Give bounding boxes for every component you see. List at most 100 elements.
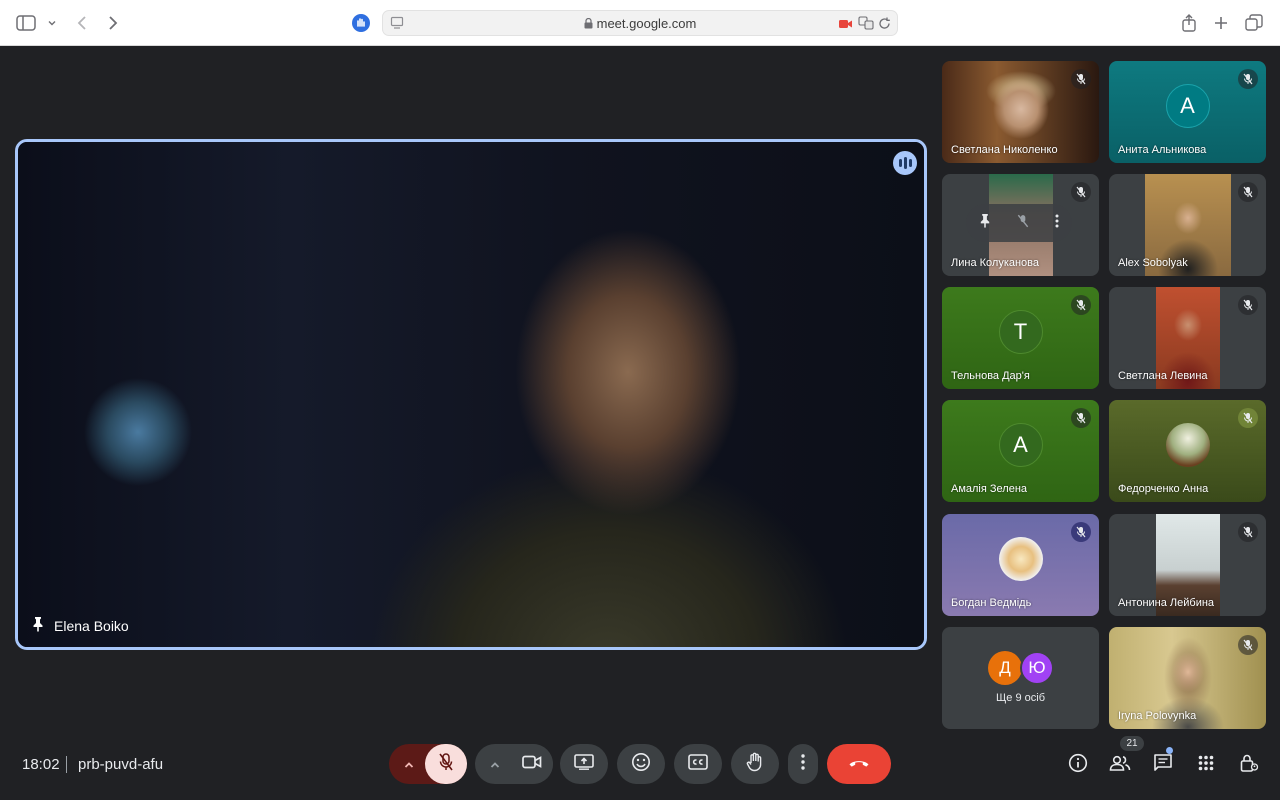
mic-off-icon [1238,635,1258,655]
mic-off-icon [1071,295,1091,315]
mic-off-icon [1071,522,1091,542]
participant-tile[interactable]: Iryna Polovynka [1109,627,1266,729]
new-tab-icon[interactable] [1209,11,1233,35]
sidebar-toggle-icon[interactable] [14,11,38,35]
main-speaker-tile[interactable]: Elena Boiko [15,139,927,650]
mic-off-icon [1238,295,1258,315]
participant-photo-avatar [998,537,1043,581]
leave-call-button[interactable] [827,744,891,784]
camera-control-group [475,744,553,784]
captions-icon [688,753,708,775]
host-controls-button[interactable] [1237,753,1261,777]
participant-avatar: A [998,423,1043,467]
pin-icon[interactable] [979,213,991,233]
mic-off-icon [1071,182,1091,202]
more-options-icon[interactable] [1055,214,1059,233]
mic-off-icon [1238,182,1258,202]
camera-toggle-button[interactable] [511,744,553,784]
chat-icon [1153,753,1173,778]
participant-tile[interactable]: A Анита Альникова [1109,61,1266,163]
participant-name: Богдан Ведмідь [951,597,1032,609]
participant-name: Iryna Polovynka [1118,710,1197,722]
chat-button[interactable] [1151,753,1175,777]
chevron-down-icon[interactable] [40,11,64,35]
participant-name: Светлана Левина [1118,370,1208,382]
other-avatar: Д [988,651,1022,685]
apps-grid-icon [1198,755,1214,776]
chevron-up-icon[interactable] [403,758,415,776]
mic-control-group [389,744,467,784]
chat-notification-dot [1166,747,1173,754]
pin-icon[interactable] [32,616,44,635]
participant-tile[interactable]: Богдан Ведмідь [942,514,1099,616]
meeting-time: 18:02 [22,756,60,773]
captions-button[interactable] [674,744,722,784]
others-tile[interactable]: Д Ю Ще 9 осіб [942,627,1099,729]
participant-tile[interactable]: Alex Sobolyak [1109,174,1266,276]
emoji-icon [631,752,651,777]
privacy-hand-icon[interactable] [349,11,373,35]
participant-avatar: T [998,310,1043,354]
participant-tile[interactable]: T Тельнова Дар'я [942,287,1099,389]
main-speaker-name: Elena Boiko [54,617,129,634]
mic-off-icon [1238,408,1258,428]
others-count-label: Ще 9 осіб [995,692,1046,704]
url-text: meet.google.com [383,16,897,32]
call-end-icon [848,755,870,773]
participant-name: Тельнова Дар'я [951,370,1030,382]
participant-name: Амалія Зелена [951,483,1028,495]
lock-person-icon [1239,753,1259,778]
meeting-code: prb-puvd-afu [78,756,164,773]
participant-avatar: A [1165,84,1210,128]
people-button[interactable] [1108,753,1132,777]
back-icon[interactable] [70,11,94,35]
participant-tile[interactable]: Федорченко Анна [1109,400,1266,502]
browser-toolbar: meet.google.com [0,0,1280,46]
url-label: meet.google.com [596,16,697,31]
other-avatar: Ю [1020,651,1054,685]
participant-name: Светлана Николенко [951,144,1058,156]
mute-participant-icon[interactable] [1016,214,1030,233]
participant-tile[interactable]: Антонина Лейбина [1109,514,1266,616]
video-camera-icon [522,755,542,774]
mic-toggle-button[interactable] [425,744,467,784]
participant-name: Анита Альникова [1118,144,1207,156]
mic-off-icon [1238,69,1258,89]
mic-off-icon [1071,408,1091,428]
more-options-button[interactable] [788,744,818,784]
reload-icon[interactable] [878,17,891,35]
participant-name: Alex Sobolyak [1118,257,1188,269]
lock-icon [584,17,593,32]
mic-off-icon [1238,522,1258,542]
participant-tile[interactable]: Лина Колуканова [942,174,1099,276]
more-vert-icon [801,753,805,775]
info-icon [1068,753,1088,778]
activities-button[interactable] [1194,753,1218,777]
participant-tile[interactable]: Светлана Николенко [942,61,1099,163]
participant-name: Федорченко Анна [1118,483,1209,495]
chevron-up-icon[interactable] [489,758,501,776]
mic-off-icon [1071,69,1091,89]
present-screen-button[interactable] [560,744,608,784]
camera-in-use-icon[interactable] [838,17,854,35]
tile-hover-controls [966,204,1072,242]
participant-name: Антонина Лейбина [1118,597,1215,609]
translate-icon[interactable] [858,16,874,35]
divider [66,756,67,773]
reactions-button[interactable] [617,744,665,784]
share-icon[interactable] [1177,11,1201,35]
mic-off-icon [438,752,454,777]
people-count-badge: 21 [1120,736,1144,751]
speaking-indicator-icon [893,151,917,175]
participant-name: Лина Колуканова [951,257,1040,269]
tab-overview-icon[interactable] [1242,11,1266,35]
meeting-details-button[interactable] [1066,753,1090,777]
people-icon [1109,755,1131,776]
forward-icon[interactable] [101,11,125,35]
raise-hand-button[interactable] [731,744,779,784]
present-screen-icon [574,753,594,775]
participant-tile[interactable]: Светлана Левина [1109,287,1266,389]
address-bar[interactable]: meet.google.com [382,10,898,36]
participant-tile[interactable]: A Амалія Зелена [942,400,1099,502]
participant-photo-avatar [1165,423,1210,467]
